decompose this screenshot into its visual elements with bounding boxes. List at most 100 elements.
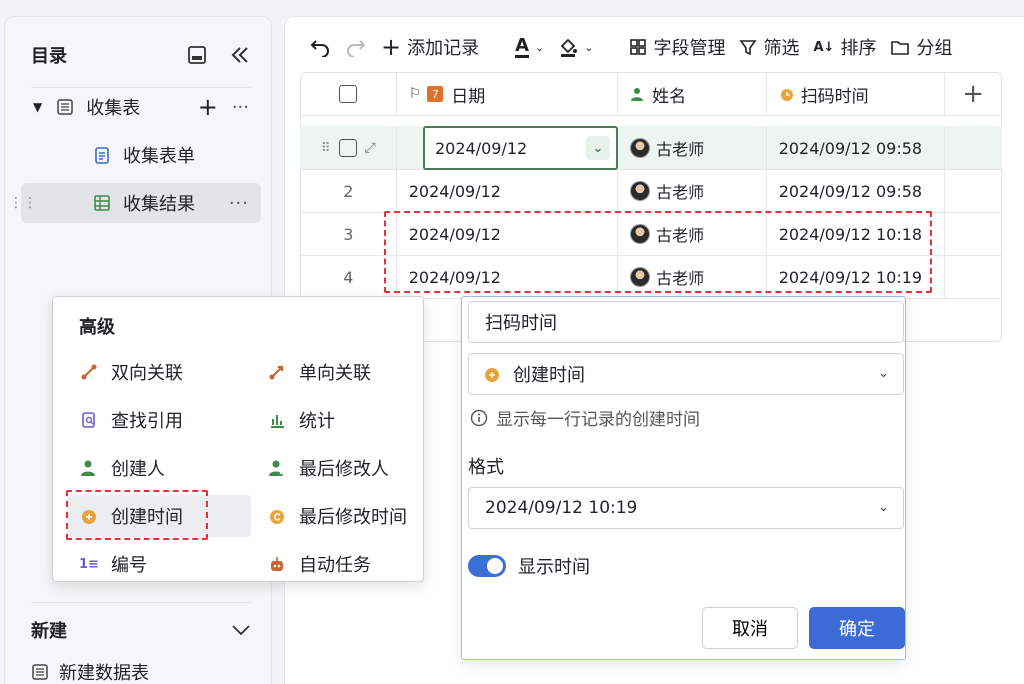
new-datasheet-item[interactable]: 新建数据表 (31, 659, 149, 684)
cancel-button[interactable]: 取消 (702, 607, 798, 649)
more-icon[interactable]: ··· (229, 193, 249, 214)
cell-name-text: 古老师 (656, 183, 705, 202)
field-name-input[interactable]: 扫码时间 (468, 301, 904, 343)
format-label: 格式 (468, 457, 504, 478)
drag-handle-icon[interactable]: ⠿ (321, 141, 331, 156)
field-config-panel: 扫码时间 创建时间 ⌄ 显示每一行记录的创建时间 格式 2024/09/12 1… (461, 296, 906, 660)
filter-label: 筛选 (763, 38, 800, 59)
chevron-down-icon: ⌄ (584, 40, 594, 54)
table-icon (31, 663, 49, 681)
field-manage-label: 字段管理 (653, 38, 726, 59)
menu-item-auto-task[interactable]: 自动任务 (241, 543, 431, 585)
group-button[interactable]: 分组 (890, 34, 952, 60)
link-two-way-icon (79, 362, 99, 382)
menu-item-two-way-link[interactable]: 双向关联 (53, 351, 243, 393)
fill-color-button[interactable]: ⌄ (558, 37, 593, 57)
panel-toggle-icon[interactable] (187, 45, 207, 65)
cell-empty (945, 256, 1001, 298)
folder-icon (890, 38, 910, 56)
form-icon (93, 146, 111, 164)
sort-icon: A↓ (813, 39, 835, 55)
tree-item-label: 收集表 (86, 98, 141, 119)
expand-icon[interactable]: ⤢ (365, 140, 376, 156)
menu-item-label: 创建人 (111, 459, 165, 480)
sidebar-divider (31, 602, 251, 603)
field-manage-button[interactable]: 字段管理 (629, 34, 725, 60)
sidebar-title: 目录 (31, 46, 67, 67)
row-checkbox[interactable] (338, 139, 357, 157)
collapse-sidebar-icon[interactable] (229, 45, 251, 65)
sidebar-header: 目录 (31, 35, 251, 75)
numbering-icon: 1≡ (79, 556, 99, 572)
row-handle-cell[interactable]: ⠿ ⤢ (301, 127, 397, 169)
active-date-text: 2024/09/12 (435, 138, 528, 158)
grid-table-icon (93, 194, 111, 212)
menu-item-modified-time[interactable]: 最后修改时间 (241, 495, 431, 537)
filter-button[interactable]: 筛选 (739, 34, 799, 60)
highlight-rows-annotation (384, 211, 932, 293)
cell-name[interactable]: 古老师 (618, 127, 767, 169)
sort-label: 排序 (840, 38, 877, 59)
add-record-label: 添加记录 (407, 38, 480, 59)
new-section-title: 新建 (31, 621, 67, 642)
avatar (630, 181, 651, 201)
field-type-value: 创建时间 (513, 365, 585, 386)
font-color-icon: A (515, 34, 530, 58)
new-section[interactable]: 新建 (31, 617, 251, 643)
tree-item-label: 收集表单 (123, 146, 195, 167)
tree-item-label: 收集结果 (123, 194, 195, 215)
tree-item-results[interactable]: ⋮⋮ 收集结果 ··· (9, 183, 261, 223)
caret-down-icon[interactable]: ▼ (33, 100, 42, 114)
stats-icon (267, 410, 287, 430)
menu-item-label: 双向关联 (111, 363, 183, 384)
tree-item-collection[interactable]: ▼ 收集表 + ··· (21, 87, 261, 127)
row-number: 4 (301, 256, 397, 298)
show-time-row: 显示时间 (468, 553, 590, 579)
table-row[interactable]: ⠿ ⤢ 古老师 2024/09/12 09:58 (301, 127, 1001, 170)
menu-item-label: 最后修改时间 (299, 507, 407, 528)
cell-name[interactable]: 古老师 (618, 170, 767, 212)
drag-handle-icon[interactable]: ⋮⋮ (9, 195, 37, 211)
redo-icon[interactable] (345, 37, 367, 57)
creator-icon (79, 458, 99, 478)
cell-empty (945, 213, 1001, 255)
cell-date[interactable]: 2024/09/12 (397, 170, 619, 212)
format-select[interactable]: 2024/09/12 10:19 ⌄ (468, 487, 904, 529)
show-time-toggle[interactable] (468, 555, 506, 577)
chevron-down-icon[interactable] (231, 623, 251, 637)
table-row[interactable]: 2 2024/09/12 古老师 2024/09/12 09:58 (301, 170, 1001, 213)
cell-scan-text: 2024/09/12 09:58 (778, 181, 923, 201)
more-icon[interactable]: ··· (232, 97, 249, 118)
confirm-button[interactable]: 确定 (809, 607, 905, 649)
menu-item-label: 查找引用 (111, 411, 183, 432)
row-number: 2 (301, 170, 397, 212)
menu-item-last-modifier[interactable]: 最后修改人 (241, 447, 431, 489)
chevron-down-icon: ⌄ (878, 366, 889, 381)
show-time-label: 显示时间 (518, 557, 590, 578)
cell-scan-time[interactable]: 2024/09/12 09:58 (767, 127, 946, 169)
add-record-button[interactable]: + 添加记录 (381, 34, 479, 60)
row-number: 3 (301, 213, 397, 255)
menu-item-one-way-link[interactable]: 单向关联 (241, 351, 431, 393)
tree-item-form[interactable]: 收集表单 (21, 135, 261, 175)
menu-item-numbering[interactable]: 1≡ 编号 (53, 543, 243, 585)
cell-scan-time[interactable]: 2024/09/12 09:58 (767, 170, 946, 212)
undo-icon[interactable] (309, 37, 331, 57)
active-date-cell[interactable]: 2024/09/12 ⌄ (423, 126, 618, 170)
menu-item-lookup[interactable]: 查找引用 (53, 399, 243, 441)
menu-item-creator[interactable]: 创建人 (53, 447, 243, 489)
menu-item-label: 单向关联 (299, 363, 371, 384)
chevron-down-icon[interactable]: ⌄ (586, 136, 610, 160)
chevron-down-icon: ⌄ (878, 500, 889, 515)
menu-item-stats[interactable]: 统计 (241, 399, 431, 441)
table-icon (56, 98, 74, 116)
add-icon[interactable]: + (198, 95, 218, 119)
highlight-created-time-annotation (66, 490, 208, 540)
toolbar: + 添加记录 A ⌄ ⌄ 字段管理 筛选 A↓ 排序 分组 (309, 29, 952, 65)
font-color-button[interactable]: A ⌄ (515, 34, 544, 58)
filter-icon (739, 38, 758, 56)
auto-task-icon (267, 554, 287, 574)
field-type-select[interactable]: 创建时间 ⌄ (468, 353, 904, 395)
cell-empty (945, 170, 1001, 212)
sort-button[interactable]: A↓ 排序 (813, 34, 876, 60)
